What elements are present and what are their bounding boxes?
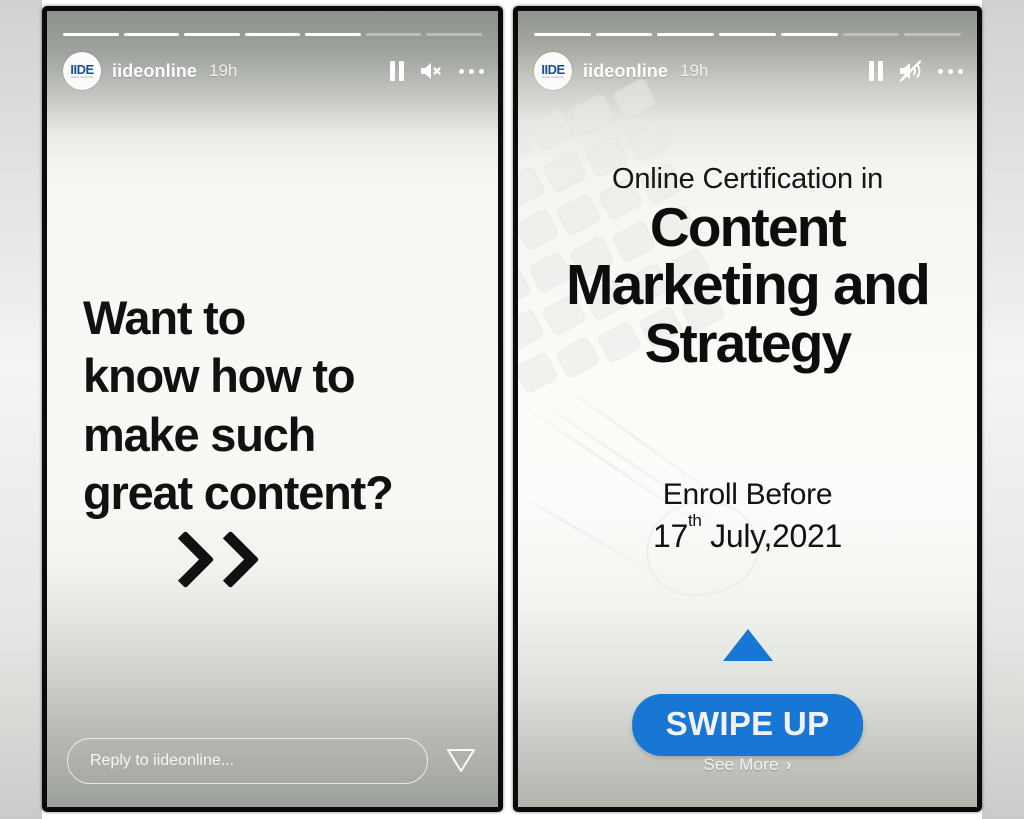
progress-segment <box>904 33 962 36</box>
swipe-up-button[interactable]: SWIPE UP <box>631 694 864 756</box>
progress-segment <box>657 33 715 36</box>
enroll-day: 17 <box>652 517 688 554</box>
headline-line: make such <box>83 407 316 461</box>
double-chevron-right-icon <box>156 530 260 589</box>
story-right[interactable]: IIDE digital marketing iideonline 19h On… <box>518 11 977 807</box>
story-header-actions-right <box>869 59 963 83</box>
progress-segment <box>365 33 422 36</box>
progress-segment <box>780 33 838 36</box>
mute-icon[interactable] <box>898 59 924 83</box>
story-header-left: IIDE digital marketing iideonline 19h <box>63 49 484 93</box>
enroll-label: Enroll Before <box>662 478 833 511</box>
background-left-margin <box>0 0 42 819</box>
title-line-2: Marketing and <box>566 253 931 318</box>
chevron-right-icon: › <box>785 755 792 774</box>
certification-kicker: Online Certification in <box>611 163 884 195</box>
reply-input[interactable]: Reply to iideonline... <box>67 738 428 784</box>
avatar[interactable]: IIDE digital marketing <box>534 52 572 90</box>
story-timestamp: 19h <box>680 61 709 80</box>
pause-icon[interactable] <box>390 61 405 81</box>
phone-frame-left: IIDE digital marketing iideonline 19h Wa… <box>42 6 503 812</box>
enroll-deadline: Enroll Before 17th July,2021 <box>518 475 977 557</box>
story-header-actions-left <box>390 60 484 82</box>
progress-segment <box>426 33 483 36</box>
reply-placeholder: Reply to iideonline... <box>90 752 235 769</box>
title-line-1: Content <box>649 196 847 258</box>
avatar-logo-subtext: digital marketing <box>70 75 94 79</box>
avatar-logo-subtext: digital marketing <box>541 75 565 79</box>
story-username[interactable]: iideonline <box>583 61 668 82</box>
progress-segment <box>244 33 301 36</box>
see-more-link[interactable]: See More › <box>518 755 977 775</box>
more-options-icon[interactable] <box>938 68 963 74</box>
pause-icon[interactable] <box>869 61 884 81</box>
title-line-3: Strategy <box>644 312 852 375</box>
see-more-label: See More <box>703 755 779 774</box>
story-progress-bar-right <box>534 33 962 36</box>
avatar[interactable]: IIDE digital marketing <box>63 52 101 90</box>
progress-segment <box>184 33 240 36</box>
story-timestamp: 19h <box>209 61 238 80</box>
enroll-month-year: July,2021 <box>701 517 843 554</box>
enroll-ordinal: th <box>687 510 702 530</box>
background-center-gap <box>503 0 513 819</box>
triangle-up-icon[interactable] <box>722 629 773 661</box>
story-progress-bar-left <box>63 33 483 36</box>
progress-segment <box>719 33 776 36</box>
progress-segment <box>842 33 900 36</box>
phone-frame-right: IIDE digital marketing iideonline 19h On… <box>513 6 982 812</box>
send-icon[interactable] <box>444 742 478 781</box>
story-header-right: IIDE digital marketing iideonline 19h <box>534 49 963 93</box>
story-left-headline: Want to know how to make such great cont… <box>83 289 478 522</box>
story-username[interactable]: iideonline <box>112 61 197 82</box>
chevron-right-icon <box>201 530 260 589</box>
progress-segment <box>595 33 653 36</box>
avatar-logo-text: IIDE <box>70 61 94 77</box>
headline-line: great content? <box>83 465 394 519</box>
headline-line: know how to <box>83 349 356 403</box>
story-reply-bar: Reply to iideonline... <box>67 737 482 785</box>
headline-line: Want to <box>83 291 246 344</box>
progress-segment <box>534 33 591 36</box>
avatar-logo-text: IIDE <box>541 61 565 77</box>
progress-segment <box>305 33 361 36</box>
background-right-margin <box>982 0 1024 819</box>
more-options-icon[interactable] <box>459 68 484 74</box>
screenshot-canvas: IIDE digital marketing iideonline 19h Wa… <box>0 0 1024 819</box>
progress-segment <box>63 33 119 36</box>
progress-segment <box>123 33 180 36</box>
sound-off-icon[interactable] <box>419 60 445 82</box>
certification-title: Content Marketing and Strategy <box>518 196 977 375</box>
story-left[interactable]: IIDE digital marketing iideonline 19h Wa… <box>47 11 498 807</box>
enroll-date: 17th July,2021 <box>518 511 977 557</box>
